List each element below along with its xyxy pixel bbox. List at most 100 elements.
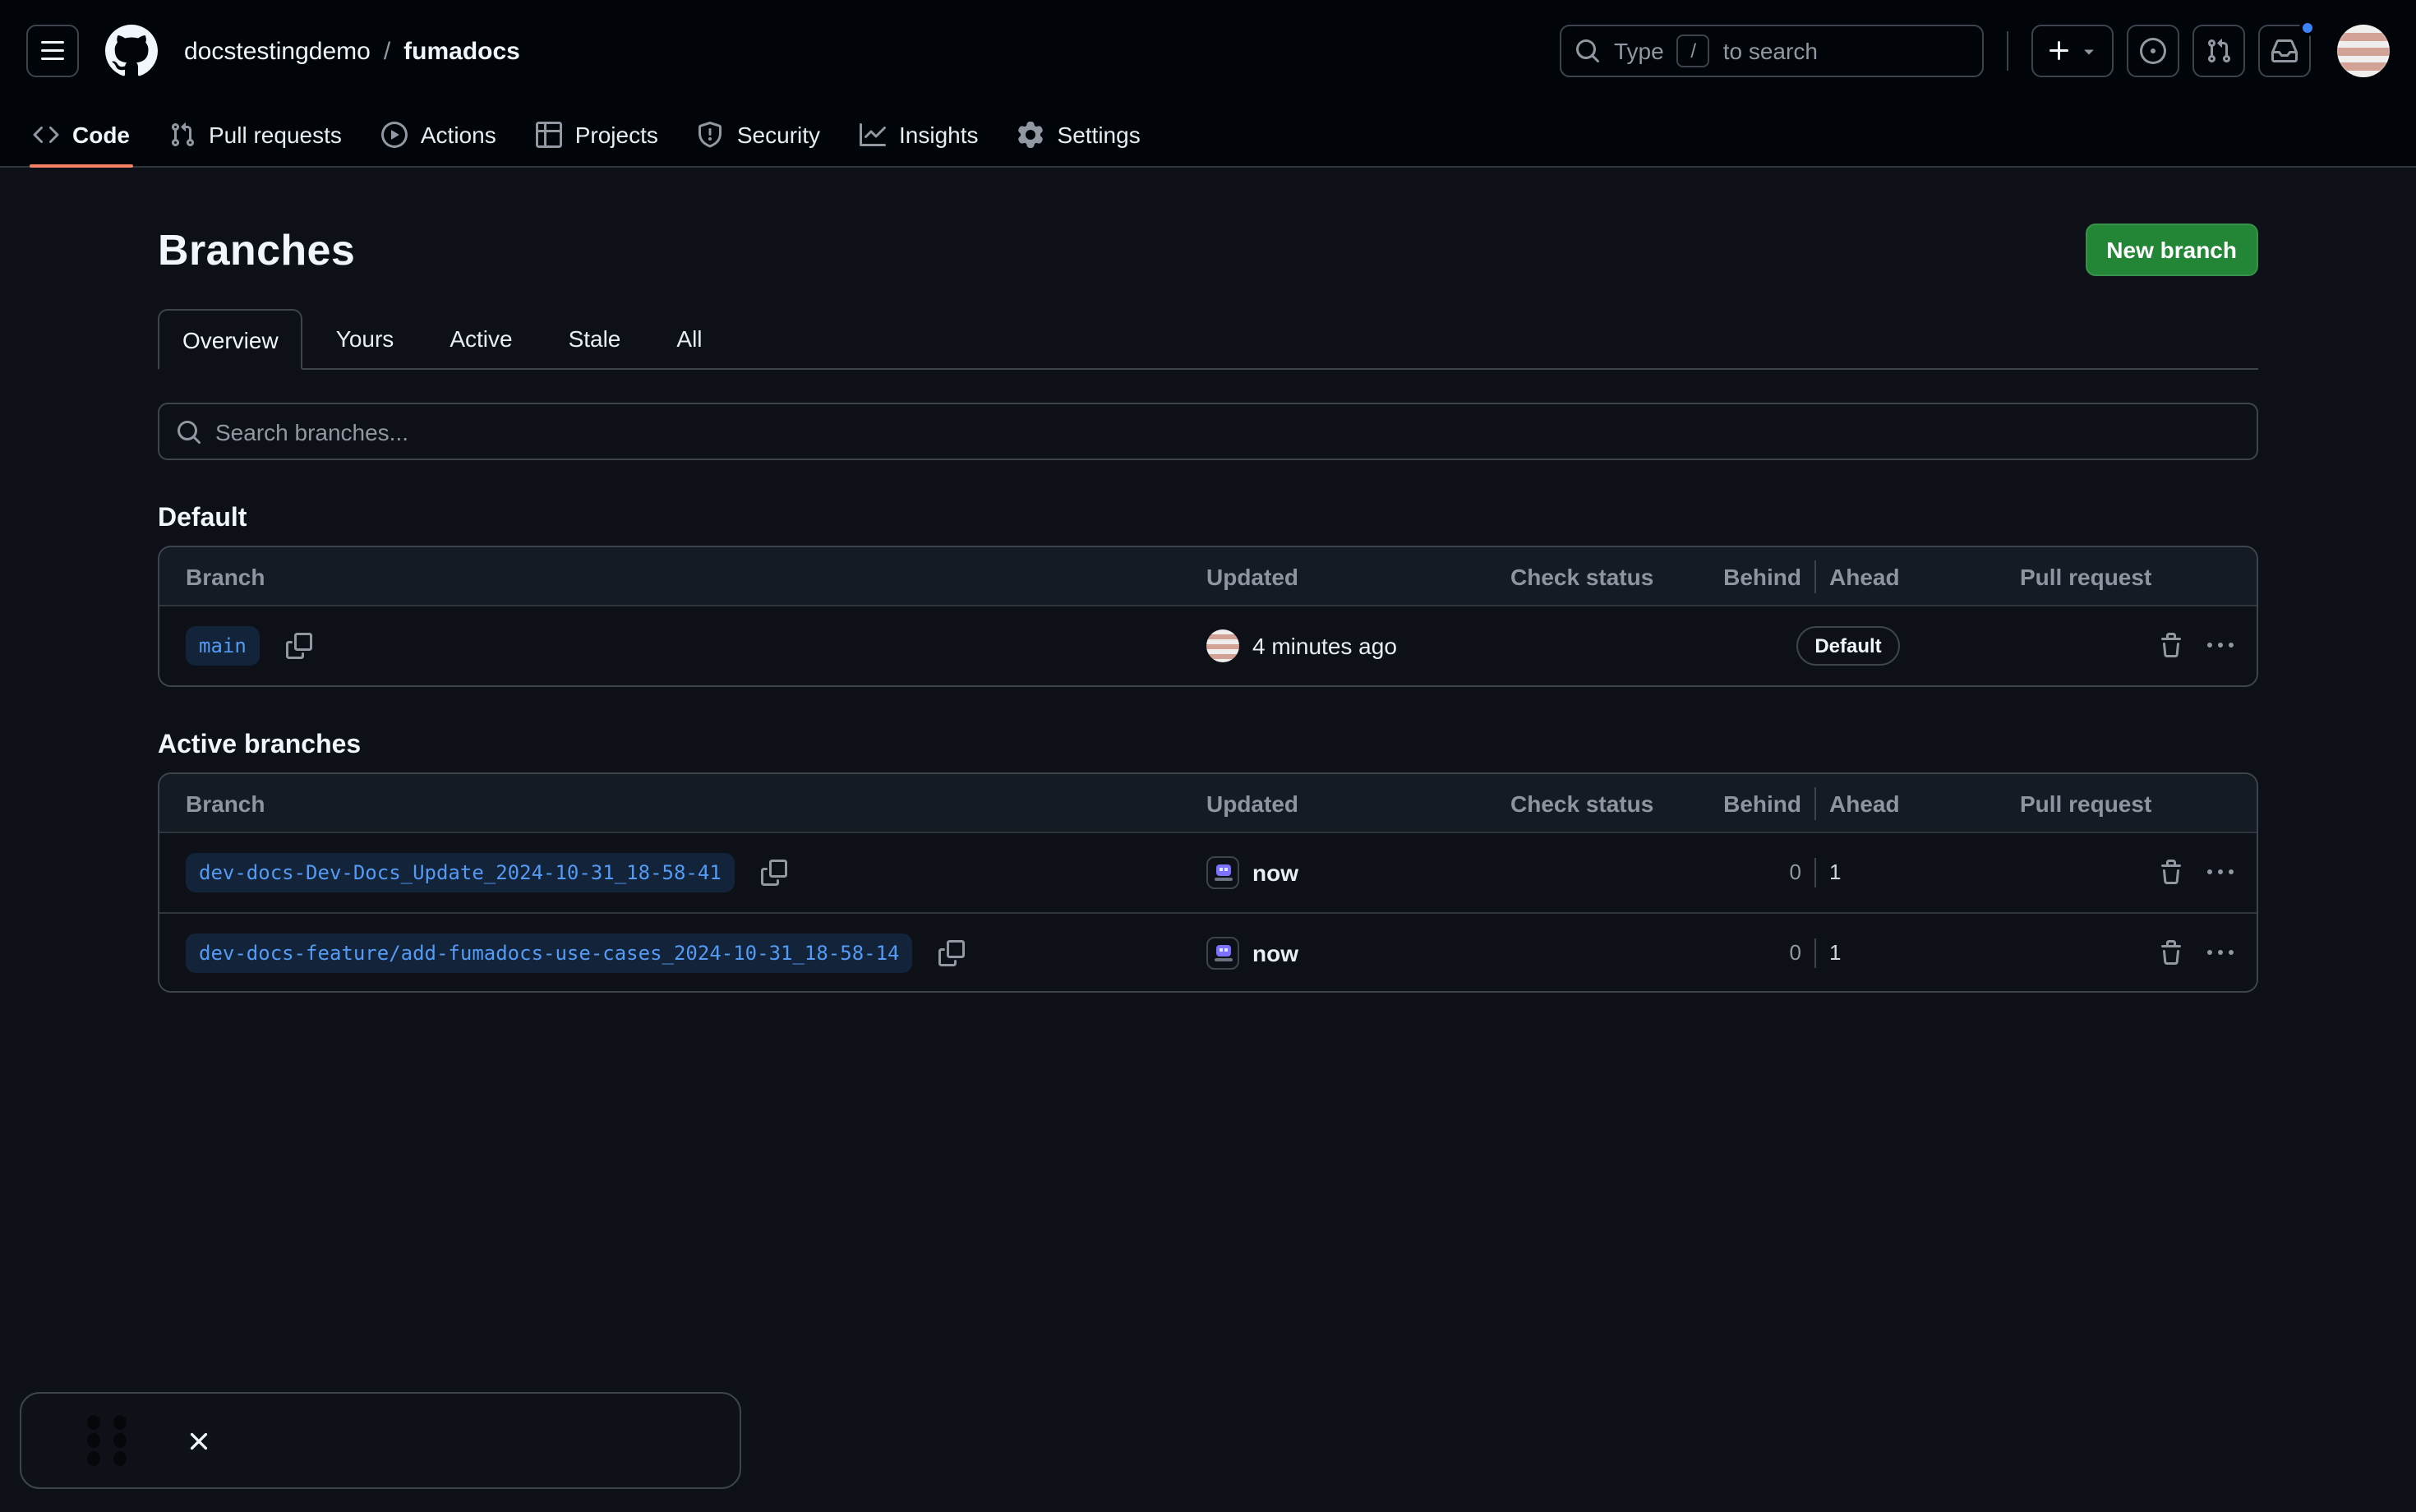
search-placeholder-prefix: Type (1614, 38, 1664, 64)
repo-nav-pull-requests[interactable]: Pull requests (153, 102, 358, 166)
column-behind: Behind (1683, 790, 1814, 816)
repo-nav-label: Security (737, 121, 820, 147)
delete-branch-button[interactable] (2158, 939, 2184, 966)
behind-count: 0 (1790, 860, 1801, 884)
repo-nav-security[interactable]: Security (681, 102, 837, 166)
column-updated: Updated (1206, 790, 1510, 816)
table-header-row: Branch Updated Check status Behind Ahead… (159, 547, 2257, 606)
updated-time: now (1252, 939, 1298, 966)
repo-nav-label: Actions (421, 121, 496, 147)
play-icon (381, 121, 408, 147)
graph-icon (860, 121, 886, 147)
column-branch: Branch (159, 790, 1206, 816)
repo-nav-actions[interactable]: Actions (365, 102, 513, 166)
column-behind: Behind (1683, 563, 1814, 589)
page-root: docstestingdemo / fumadocs Type / to sea… (0, 0, 2416, 1512)
updated-time: 4 minutes ago (1252, 633, 1397, 659)
tab-all[interactable]: All (653, 309, 725, 368)
branch-search-box (158, 403, 2258, 460)
breadcrumb: docstestingdemo / fumadocs (184, 37, 520, 65)
hamburger-menu-button[interactable] (26, 25, 79, 77)
inbox-icon (2271, 38, 2298, 64)
default-badge: Default (1796, 626, 1899, 666)
column-check-status: Check status (1510, 563, 1683, 589)
chevron-down-icon (2079, 41, 2099, 61)
bot-avatar (1206, 936, 1239, 969)
table-row: dev-docs-Dev-Docs_Update_2024-10-31_18-5… (159, 833, 2257, 912)
gear-icon (1018, 121, 1044, 147)
column-pull-request: Pull request (2013, 790, 2158, 816)
updated-time: now (1252, 860, 1298, 886)
github-logo[interactable] (105, 25, 158, 77)
user-avatar[interactable] (2337, 25, 2390, 77)
drag-handle-icon[interactable] (87, 1415, 128, 1466)
issues-button[interactable] (2127, 25, 2179, 77)
search-icon (1575, 38, 1601, 64)
tab-overview[interactable]: Overview (158, 309, 303, 370)
default-branch-table: Branch Updated Check status Behind Ahead… (158, 546, 2258, 687)
row-menu-button[interactable] (2207, 860, 2234, 886)
table-row: main 4 minutes ago Default (159, 606, 2257, 685)
column-updated: Updated (1206, 563, 1510, 589)
branch-search-input[interactable] (215, 418, 2240, 445)
branch-link[interactable]: dev-docs-Dev-Docs_Update_2024-10-31_18-5… (186, 853, 735, 892)
repo-nav-label: Projects (575, 121, 658, 147)
repo-nav-label: Insights (899, 121, 979, 147)
repo-nav: Code Pull requests Actions Projects Secu… (0, 102, 2416, 168)
column-check-status: Check status (1510, 790, 1683, 816)
git-pull-request-icon (2206, 38, 2232, 64)
branch-link[interactable]: dev-docs-feature/add-fumadocs-use-cases_… (186, 933, 913, 972)
section-heading-default: Default (158, 477, 2258, 539)
repo-nav-label: Pull requests (209, 121, 342, 147)
repo-nav-insights[interactable]: Insights (843, 102, 995, 166)
header-divider (2007, 31, 2008, 71)
table-icon (536, 121, 562, 147)
table-row: dev-docs-feature/add-fumadocs-use-cases_… (159, 912, 2257, 991)
breadcrumb-owner[interactable]: docstestingdemo (184, 37, 371, 65)
close-icon[interactable] (184, 1426, 214, 1455)
breadcrumb-separator: / (384, 37, 390, 65)
search-placeholder-suffix: to search (1723, 38, 1818, 64)
header-right: Type / to search (1560, 25, 2390, 77)
committer-avatar (1206, 629, 1239, 662)
copy-branch-name-button[interactable] (939, 939, 966, 966)
global-search-input[interactable]: Type / to search (1560, 25, 1984, 77)
ahead-count: 1 (1829, 860, 1841, 884)
column-ahead: Ahead (1816, 563, 2013, 589)
repo-nav-label: Settings (1058, 121, 1141, 147)
repo-nav-projects[interactable]: Projects (519, 102, 675, 166)
create-new-button[interactable] (2031, 25, 2114, 77)
copy-branch-name-button[interactable] (761, 860, 787, 886)
column-pull-request: Pull request (2013, 563, 2158, 589)
delete-branch-button[interactable] (2158, 860, 2184, 886)
active-branches-table: Branch Updated Check status Behind Ahead… (158, 772, 2258, 993)
bot-avatar (1206, 856, 1239, 889)
column-ahead: Ahead (1816, 790, 2013, 816)
branches-tabnav: Overview Yours Active Stale All (158, 309, 2258, 370)
repo-nav-settings[interactable]: Settings (1002, 102, 1157, 166)
shield-icon (698, 121, 724, 147)
slash-key-hint: / (1677, 35, 1710, 67)
behind-count: 0 (1790, 939, 1801, 964)
branch-link-main[interactable]: main (186, 626, 260, 666)
code-icon (33, 121, 59, 147)
search-icon (176, 418, 202, 445)
tab-stale[interactable]: Stale (546, 309, 644, 368)
delete-branch-button[interactable] (2158, 633, 2184, 659)
copy-branch-name-button[interactable] (286, 633, 312, 659)
section-heading-active: Active branches (158, 703, 2258, 766)
tab-active[interactable]: Active (426, 309, 535, 368)
inbox-button[interactable] (2258, 25, 2311, 77)
new-branch-button[interactable]: New branch (2085, 224, 2258, 276)
git-pull-request-icon (169, 121, 196, 147)
page-title: Branches (158, 224, 355, 275)
pull-requests-button[interactable] (2192, 25, 2245, 77)
row-menu-button[interactable] (2207, 939, 2234, 966)
ahead-count: 1 (1829, 939, 1841, 964)
breadcrumb-repo[interactable]: fumadocs (403, 37, 520, 65)
repo-nav-code[interactable]: Code (16, 102, 146, 166)
repo-nav-label: Code (72, 121, 130, 147)
tab-yours[interactable]: Yours (313, 309, 417, 368)
row-menu-button[interactable] (2207, 633, 2234, 659)
app-header: docstestingdemo / fumadocs Type / to sea… (0, 0, 2416, 102)
